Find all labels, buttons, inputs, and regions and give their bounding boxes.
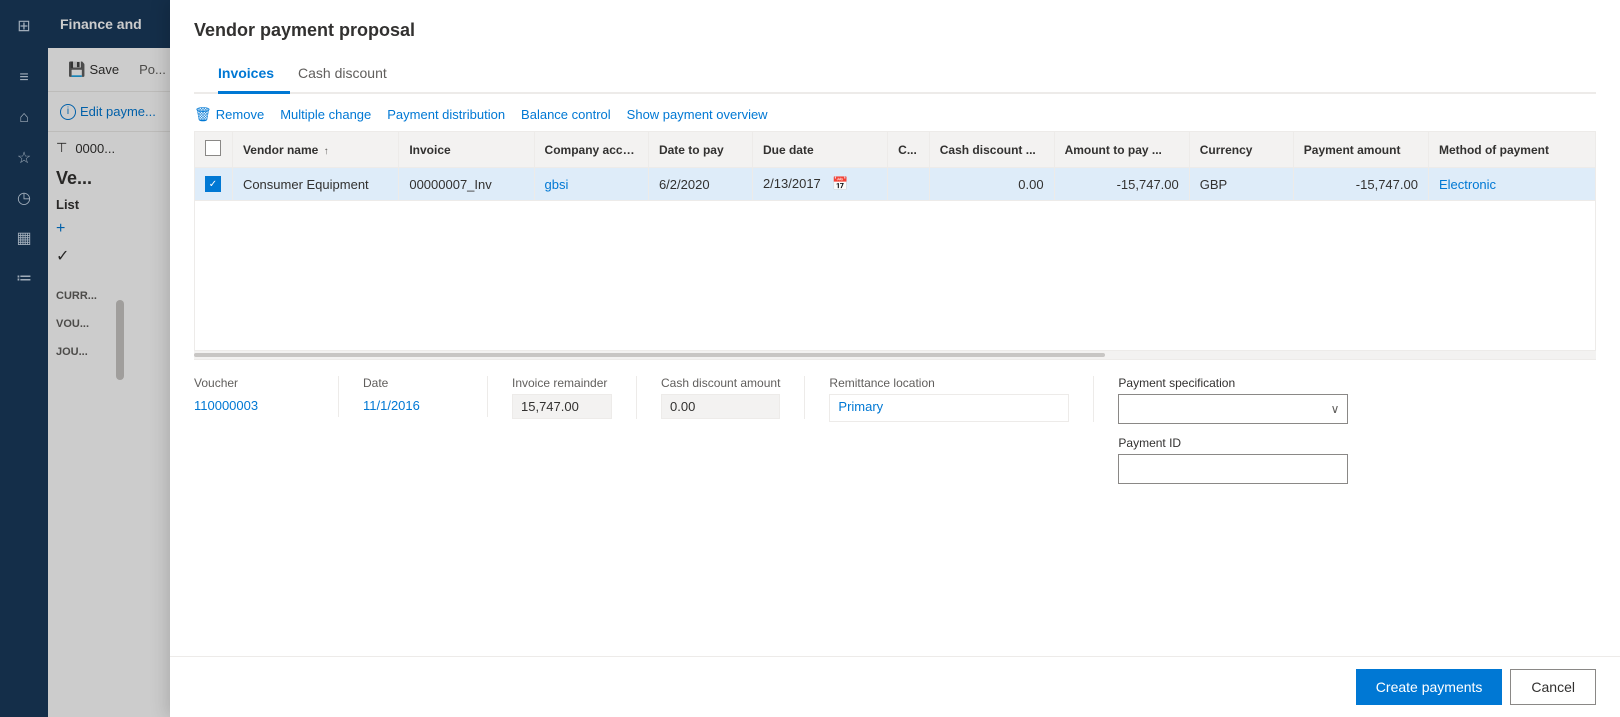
- invoices-table: Vendor name ↑ Invoice Company acco...: [195, 132, 1595, 201]
- sort-arrow-vendor: ↑: [324, 146, 329, 157]
- invoices-table-container[interactable]: Vendor name ↑ Invoice Company acco...: [194, 131, 1596, 351]
- row-c: [888, 168, 930, 201]
- tab-invoices[interactable]: Invoices: [218, 57, 290, 94]
- payment-spec-section: Payment specification ∨ Payment ID: [1118, 376, 1348, 484]
- col-header-currency[interactable]: Currency: [1189, 132, 1293, 168]
- modal-title: Vendor payment proposal: [194, 20, 1596, 41]
- scrollbar-thumb[interactable]: [194, 353, 1105, 357]
- row-checkbox-cell: ✓: [195, 168, 232, 201]
- table-row[interactable]: ✓ Consumer Equipment 00000007_Inv gbsi 6…: [195, 168, 1595, 201]
- calendar-icon[interactable]: 📅: [832, 176, 848, 191]
- col-header-cash-discount[interactable]: Cash discount ...: [929, 132, 1054, 168]
- col-header-invoice[interactable]: Invoice: [399, 132, 534, 168]
- invoice-remainder-value: 15,747.00: [512, 394, 612, 419]
- cancel-button[interactable]: Cancel: [1510, 669, 1596, 705]
- show-payment-overview-button[interactable]: Show payment overview: [627, 107, 768, 122]
- row-method-of-payment[interactable]: Electronic: [1428, 168, 1595, 201]
- multiple-change-label: Multiple change: [280, 107, 371, 122]
- balance-control-label: Balance control: [521, 107, 611, 122]
- details-panel: Voucher 110000003 Date 11/1/2016 Invoice…: [194, 359, 1596, 500]
- remittance-location-label: Remittance location: [829, 376, 1069, 390]
- row-invoice: 00000007_Inv: [399, 168, 534, 201]
- col-header-date-to-pay[interactable]: Date to pay: [648, 132, 752, 168]
- cash-discount-amount-value: 0.00: [661, 394, 780, 419]
- col-header-check: [195, 132, 232, 168]
- col-header-vendor-name[interactable]: Vendor name ↑: [232, 132, 398, 168]
- modal-header: Vendor payment proposal Invoices Cash di…: [170, 0, 1620, 94]
- chevron-down-icon: ∨: [1331, 402, 1340, 416]
- col-header-due-date[interactable]: Due date: [752, 132, 887, 168]
- balance-control-button[interactable]: Balance control: [521, 107, 611, 122]
- row-amount-to-pay: -15,747.00: [1054, 168, 1189, 201]
- voucher-label: Voucher: [194, 376, 314, 390]
- payment-distribution-label: Payment distribution: [387, 107, 505, 122]
- vendor-payment-proposal-modal: Vendor payment proposal Invoices Cash di…: [170, 0, 1620, 717]
- col-header-company-acct[interactable]: Company acco...: [534, 132, 648, 168]
- col-header-c[interactable]: C...: [888, 132, 930, 168]
- voucher-value[interactable]: 110000003: [194, 394, 314, 417]
- multiple-change-button[interactable]: Multiple change: [280, 107, 371, 122]
- modal-overlay: Vendor payment proposal Invoices Cash di…: [0, 0, 1620, 717]
- row-cash-discount: 0.00: [929, 168, 1054, 201]
- select-all-checkbox[interactable]: [205, 140, 221, 156]
- payment-specification-label: Payment specification: [1118, 376, 1348, 390]
- modal-tabs: Invoices Cash discount: [194, 57, 1596, 94]
- cash-discount-amount-label: Cash discount amount: [661, 376, 780, 390]
- date-label: Date: [363, 376, 463, 390]
- payment-specification-dropdown[interactable]: ∨: [1118, 394, 1348, 424]
- modal-footer: Create payments Cancel: [170, 656, 1620, 717]
- remove-label: Remove: [216, 107, 264, 122]
- col-header-payment-amount[interactable]: Payment amount: [1293, 132, 1428, 168]
- col-header-method-of-payment[interactable]: Method of payment: [1428, 132, 1595, 168]
- remove-icon: 🗑: [194, 106, 212, 123]
- payment-id-input[interactable]: [1118, 454, 1348, 484]
- row-due-date: 2/13/2017 📅: [752, 168, 887, 201]
- tab-cash-discount[interactable]: Cash discount: [298, 57, 403, 94]
- create-payments-button[interactable]: Create payments: [1356, 669, 1503, 705]
- date-value[interactable]: 11/1/2016: [363, 394, 463, 417]
- remittance-location-value[interactable]: Primary: [838, 399, 883, 414]
- show-payment-overview-label: Show payment overview: [627, 107, 768, 122]
- remittance-location-box: Primary: [829, 394, 1069, 422]
- payment-id-label: Payment ID: [1118, 436, 1348, 450]
- row-payment-amount: -15,747.00: [1293, 168, 1428, 201]
- invoice-remainder-label: Invoice remainder: [512, 376, 612, 390]
- modal-body: 🗑 Remove Multiple change Payment distrib…: [170, 94, 1620, 656]
- row-currency: GBP: [1189, 168, 1293, 201]
- row-vendor-name: Consumer Equipment: [232, 168, 398, 201]
- row-checkbox[interactable]: ✓: [205, 176, 221, 192]
- table-toolbar: 🗑 Remove Multiple change Payment distrib…: [194, 94, 1596, 131]
- row-company-acct[interactable]: gbsi: [534, 168, 648, 201]
- payment-distribution-button[interactable]: Payment distribution: [387, 107, 505, 122]
- remove-button[interactable]: 🗑 Remove: [194, 106, 264, 123]
- horizontal-scrollbar[interactable]: [194, 351, 1596, 359]
- col-header-amount-to-pay[interactable]: Amount to pay ...: [1054, 132, 1189, 168]
- row-date-to-pay: 6/2/2020: [648, 168, 752, 201]
